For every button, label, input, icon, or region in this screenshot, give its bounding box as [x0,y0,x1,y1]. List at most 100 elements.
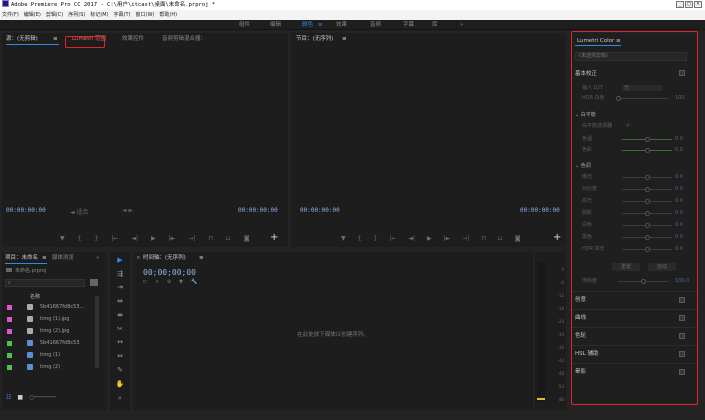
workspace-audio[interactable]: 音频 [370,20,381,30]
menu-edit[interactable]: 编辑(E) [24,10,41,20]
export-frame-icon[interactable]: ◙ [515,235,521,242]
go-to-in-icon[interactable]: |← [111,235,118,242]
step-back-icon[interactable]: ◄| [131,235,138,242]
timeline-panel-tabs: × 时间轴：(无序列) ≡ [133,252,533,264]
timeline-toolbar: ⊏ ∩ ⊕ ▼ 🔧 [143,279,197,285]
project-search-input[interactable]: ⌕ [5,279,85,287]
program-panel: 节目：(无序列) ≡ 00:00:00:00 00:00:00:00 ▼ { }… [291,33,566,247]
marker-icon[interactable]: ▼ [60,235,65,242]
timeline-close-icon[interactable]: × [136,252,141,264]
rate-stretch-tool-icon[interactable]: ⇼ [110,311,130,319]
close-window-button[interactable]: × [694,1,702,8]
menu-clip[interactable]: 剪辑(C) [46,10,63,20]
meter-tick: dB [558,397,564,402]
play-icon[interactable]: ▶ [427,235,432,242]
timeline-panel: × 时间轴：(无序列) ≡ 00;00;00;00 ⊏ ∩ ⊕ ▼ 🔧 在此处放… [133,252,533,410]
tab-program[interactable]: 节目：(无序列) [296,33,333,45]
hand-tool-icon[interactable]: ✋ [110,380,130,388]
tab-audio-clip-mixer[interactable]: 音频剪辑混合器： [162,33,206,45]
source-fit-dropdown[interactable]: ◄ 适合 [70,207,89,216]
mark-out-icon[interactable]: } [373,235,377,242]
play-icon[interactable]: ▶ [151,235,156,242]
workspace-more-icon[interactable]: » [460,20,463,30]
list-item[interactable]: timg (2) [2,363,97,372]
workspace-menu-icon[interactable]: ≡ [318,20,323,30]
selection-tool-icon[interactable]: ▶ [110,256,130,264]
source-timecode-current[interactable]: 00:00:00:00 [6,207,46,214]
list-item[interactable]: timg (2).jpg [2,327,97,336]
add-marker-icon[interactable]: ▼ [179,279,183,285]
project-scrollbar[interactable] [95,296,99,368]
menu-help[interactable]: 帮助(H) [159,10,177,20]
tab-effect-controls[interactable]: 效果控件 [122,33,144,45]
source-zoom-control[interactable]: ◄ ► [122,207,133,214]
workspace-assembly[interactable]: 组件 [239,20,250,30]
workspace-titles[interactable]: 字幕 [403,20,414,30]
extract-icon[interactable]: ⊔ [498,235,503,242]
razor-tool-icon[interactable]: ✂ [110,325,130,333]
mark-out-icon[interactable]: } [94,235,98,242]
search-icon: ⌕ [8,280,11,286]
list-item[interactable]: 5b41667fd8c53 [2,339,97,348]
menu-sequence[interactable]: 序列(S) [68,10,85,20]
timeline-empty-drop-zone[interactable]: 在此处放下媒体以创建序列。 [133,290,533,410]
nest-icon[interactable]: ⊏ [143,279,147,285]
list-item[interactable]: timg (1).jpg [2,315,97,324]
new-bin-icon[interactable] [90,279,98,286]
list-item[interactable]: timg (1) [2,351,97,360]
maximize-button[interactable]: □ [685,1,693,8]
go-to-out-icon[interactable]: →| [462,235,469,242]
step-back-icon[interactable]: ◄| [408,235,415,242]
window-controls: _ □ × [676,1,702,8]
menu-title[interactable]: 字幕(T) [114,10,131,20]
go-to-in-icon[interactable]: |← [389,235,396,242]
tab-timeline[interactable]: 时间轴：(无序列) [143,252,186,264]
mark-in-icon[interactable]: { [358,235,362,242]
meter-tick: -48 [557,371,564,376]
mark-in-icon[interactable]: { [78,235,82,242]
label-color-chip [7,353,12,358]
go-to-out-icon[interactable]: →| [188,235,195,242]
step-forward-icon[interactable]: |► [169,235,176,242]
menu-window[interactable]: 窗口(W) [136,10,155,20]
slide-tool-icon[interactable]: ⇔ [110,352,130,360]
zoom-tool-icon[interactable]: ⌕ [110,394,130,403]
zoom-slider[interactable]: ○────── [29,394,56,401]
slip-tool-icon[interactable]: ↔ [110,338,130,346]
overwrite-icon[interactable]: ⊔ [226,235,231,242]
list-view-icon[interactable]: ☷ [6,394,11,401]
program-timecode-current[interactable]: 00:00:00:00 [300,207,340,214]
linked-selection-icon[interactable]: ⊕ [167,279,171,285]
ripple-edit-tool-icon[interactable]: ⇥ [110,283,130,291]
menu-marker[interactable]: 标记(M) [90,10,108,20]
export-frame-icon[interactable]: ◙ [244,235,250,242]
button-editor-plus-icon[interactable]: + [270,232,278,243]
workspace-editing[interactable]: 编辑 [270,20,281,30]
tab-media-browser[interactable]: 媒体浏览 [52,252,74,264]
lift-icon[interactable]: ⊓ [481,235,486,242]
icon-view-icon[interactable]: ■ [17,394,23,401]
track-select-tool-icon[interactable]: ⇶ [110,270,130,278]
program-menu-icon[interactable]: ≡ [342,33,347,45]
workspace-color[interactable]: 颜色 [302,20,313,30]
marker-icon[interactable]: ▼ [341,235,346,242]
timeline-menu-icon[interactable]: ≡ [199,252,204,264]
button-editor-plus-icon[interactable]: + [553,232,561,243]
panel-overflow-icon[interactable]: » [96,252,99,264]
snap-icon[interactable]: ∩ [155,279,159,285]
source-panel: 源：(无剪辑) ≡ Lumetri 范围 效果控件 音频剪辑混合器： 00:00… [2,33,288,247]
step-forward-icon[interactable]: |► [444,235,451,242]
pen-tool-icon[interactable]: ✎ [110,366,130,374]
program-transport-controls: ▼ { } |← ◄| ▶ |► →| ⊓ ⊔ ◙ [341,235,521,242]
column-header-name[interactable]: 名称 [30,293,40,300]
timeline-timecode[interactable]: 00;00;00;00 [143,268,196,277]
insert-icon[interactable]: ⊓ [208,235,213,242]
lumetri-scopes-highlight [65,36,105,48]
timeline-settings-icon[interactable]: 🔧 [191,279,197,285]
workspace-effects[interactable]: 效果 [336,20,347,30]
list-item[interactable]: 5b41667fd8c53... [2,303,97,312]
workspace-libraries[interactable]: 库 [432,20,438,30]
rolling-edit-tool-icon[interactable]: ⇹ [110,297,130,305]
minimize-button[interactable]: _ [676,1,684,8]
menu-file[interactable]: 文件(F) [2,10,19,20]
